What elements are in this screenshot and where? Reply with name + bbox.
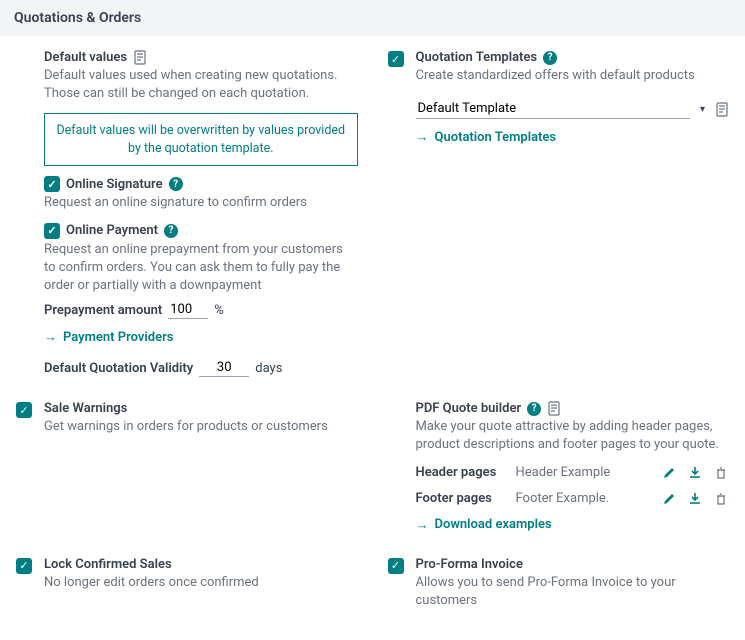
download-icon[interactable] <box>687 465 703 481</box>
help-icon[interactable]: ? <box>164 224 178 238</box>
arrow-right-icon: → <box>416 129 429 145</box>
online-payment-title: Online Payment <box>66 223 158 238</box>
proforma-checkbox[interactable]: ✓ <box>388 558 404 574</box>
header-pages-value: Header Example <box>516 465 611 480</box>
pdf-builder-title: PDF Quote builder <box>416 401 522 416</box>
default-template-select[interactable] <box>416 99 690 119</box>
settings-content: Default values Default values used when … <box>0 36 745 640</box>
external-link-icon[interactable] <box>715 102 729 117</box>
default-values-title: Default values <box>44 50 127 65</box>
document-icon[interactable] <box>133 50 147 65</box>
default-values-info: Default values will be overwritten by va… <box>44 113 358 166</box>
sale-warnings-desc: Get warnings in orders for products or c… <box>44 418 358 436</box>
payment-providers-link[interactable]: → Payment Providers <box>44 329 358 345</box>
online-signature-title: Online Signature <box>66 177 163 192</box>
online-payment-desc: Request an online prepayment from your c… <box>44 241 358 296</box>
header-pages-label: Header pages <box>416 465 506 480</box>
online-payment-checkbox[interactable]: ✓ <box>44 223 60 239</box>
arrow-right-icon: → <box>416 517 429 533</box>
footer-pages-label: Footer pages <box>416 491 506 506</box>
quotation-templates-title: Quotation Templates <box>416 50 538 65</box>
online-signature-desc: Request an online signature to confirm o… <box>44 194 358 212</box>
section-title: Quotations & Orders <box>14 10 141 26</box>
pencil-icon[interactable] <box>661 465 677 481</box>
prepayment-label: Prepayment amount <box>44 303 162 318</box>
validity-input[interactable] <box>199 359 249 377</box>
help-icon[interactable]: ? <box>527 402 541 416</box>
pencil-icon[interactable] <box>661 491 677 507</box>
sale-warnings-title: Sale Warnings <box>44 401 127 416</box>
trash-icon[interactable] <box>713 491 729 507</box>
help-icon[interactable]: ? <box>543 51 557 65</box>
quotation-templates-link[interactable]: → Quotation Templates <box>416 129 730 145</box>
prepayment-suffix: % <box>214 303 224 318</box>
pdf-builder-desc: Make your quote attractive by adding hea… <box>416 418 730 454</box>
online-signature-checkbox[interactable]: ✓ <box>44 176 60 192</box>
document-icon[interactable] <box>547 401 561 416</box>
download-icon[interactable] <box>687 491 703 507</box>
default-values-desc: Default values used when creating new qu… <box>44 67 358 103</box>
lock-sales-checkbox[interactable]: ✓ <box>16 558 32 574</box>
caret-down-icon[interactable]: ▾ <box>696 104 709 115</box>
prepayment-input[interactable] <box>168 301 208 319</box>
quotation-templates-desc: Create standardized offers with default … <box>416 67 730 85</box>
download-examples-link[interactable]: → Download examples <box>416 517 730 533</box>
quotation-templates-checkbox[interactable]: ✓ <box>388 51 404 67</box>
proforma-desc: Allows you to send Pro-Forma Invoice to … <box>416 574 730 610</box>
help-icon[interactable]: ? <box>169 177 183 191</box>
trash-icon[interactable] <box>713 465 729 481</box>
lock-sales-title: Lock Confirmed Sales <box>44 557 172 572</box>
proforma-title: Pro-Forma Invoice <box>416 557 523 572</box>
validity-label: Default Quotation Validity <box>44 361 193 376</box>
sale-warnings-checkbox[interactable]: ✓ <box>16 402 32 418</box>
lock-sales-desc: No longer edit orders once confirmed <box>44 574 358 592</box>
footer-pages-value: Footer Example. <box>516 491 610 506</box>
arrow-right-icon: → <box>44 329 57 345</box>
section-header: Quotations & Orders <box>0 0 745 36</box>
validity-suffix: days <box>255 361 282 376</box>
